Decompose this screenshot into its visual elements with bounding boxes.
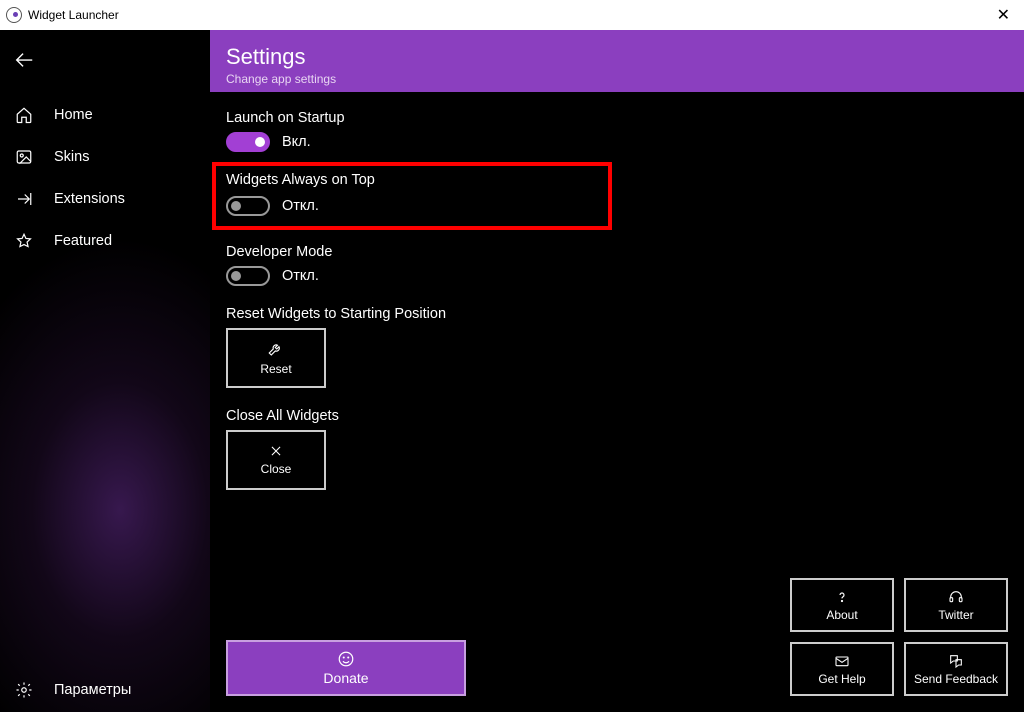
setting-close-all-widgets: Close All Widgets Close (226, 408, 1008, 490)
button-label: Reset (260, 362, 291, 376)
home-icon (14, 105, 34, 125)
page-title: Settings (226, 44, 1008, 70)
window-close-button[interactable]: ✕ (991, 5, 1016, 25)
window-titlebar: Widget Launcher ✕ (0, 0, 1024, 30)
main-pane: Settings Change app settings Launch on S… (210, 30, 1024, 712)
page-subtitle: Change app settings (226, 72, 1008, 86)
reset-button[interactable]: Reset (226, 328, 326, 388)
button-label: Close (261, 462, 292, 476)
sidebar-item-home[interactable]: Home (0, 94, 210, 136)
setting-reset-widgets: Reset Widgets to Starting Position Reset (226, 306, 1008, 388)
setting-developer-mode: Developer Mode Откл. (226, 244, 1008, 286)
sidebar-item-label: Home (54, 107, 93, 123)
app-icon (6, 7, 22, 23)
setting-label: Close All Widgets (226, 408, 1008, 424)
send-feedback-button[interactable]: Send Feedback (904, 642, 1008, 696)
button-label: Twitter (938, 608, 973, 622)
settings-header: Settings Change app settings (210, 30, 1024, 92)
arrow-right-icon (14, 189, 34, 209)
gear-icon (14, 680, 34, 700)
smiley-icon (337, 650, 355, 668)
sidebar-item-label: Параметры (54, 682, 131, 698)
close-all-button[interactable]: Close (226, 430, 326, 490)
question-icon (834, 589, 850, 605)
setting-launch-on-startup: Launch on Startup Вкл. (226, 110, 1008, 152)
button-label: About (826, 608, 857, 622)
window-title: Widget Launcher (28, 8, 119, 22)
wrench-icon (267, 340, 285, 358)
sidebar-item-featured[interactable]: Featured (0, 220, 210, 262)
toggle-always-on-top[interactable] (226, 196, 270, 216)
feedback-icon (947, 653, 965, 669)
sidebar-item-skins[interactable]: Skins (0, 136, 210, 178)
close-icon (269, 444, 283, 458)
about-button[interactable]: About (790, 578, 894, 632)
button-label: Send Feedback (914, 672, 998, 686)
sidebar-item-settings[interactable]: Параметры (0, 668, 210, 712)
toggle-state-text: Откл. (282, 198, 319, 214)
sidebar-item-label: Extensions (54, 191, 125, 207)
setting-label: Widgets Always on Top (226, 172, 598, 188)
headset-icon (948, 589, 964, 605)
twitter-button[interactable]: Twitter (904, 578, 1008, 632)
highlighted-setting-box: Widgets Always on Top Откл. (212, 162, 612, 230)
back-button[interactable] (0, 40, 48, 80)
setting-label: Reset Widgets to Starting Position (226, 306, 1008, 322)
button-label: Get Help (818, 672, 865, 686)
get-help-button[interactable]: Get Help (790, 642, 894, 696)
mail-icon (834, 653, 850, 669)
toggle-developer-mode[interactable] (226, 266, 270, 286)
setting-label: Developer Mode (226, 244, 1008, 260)
sidebar-item-label: Skins (54, 149, 89, 165)
donate-button[interactable]: Donate (226, 640, 466, 696)
toggle-state-text: Вкл. (282, 134, 311, 150)
toggle-state-text: Откл. (282, 268, 319, 284)
setting-always-on-top: Widgets Always on Top Откл. (226, 172, 598, 216)
sidebar-item-label: Featured (54, 233, 112, 249)
sidebar: Home Skins Extensions Featured (0, 30, 210, 712)
button-label: Donate (323, 670, 368, 686)
setting-label: Launch on Startup (226, 110, 1008, 126)
toggle-launch-on-startup[interactable] (226, 132, 270, 152)
sidebar-item-extensions[interactable]: Extensions (0, 178, 210, 220)
star-icon (14, 231, 34, 251)
image-icon (14, 147, 34, 167)
